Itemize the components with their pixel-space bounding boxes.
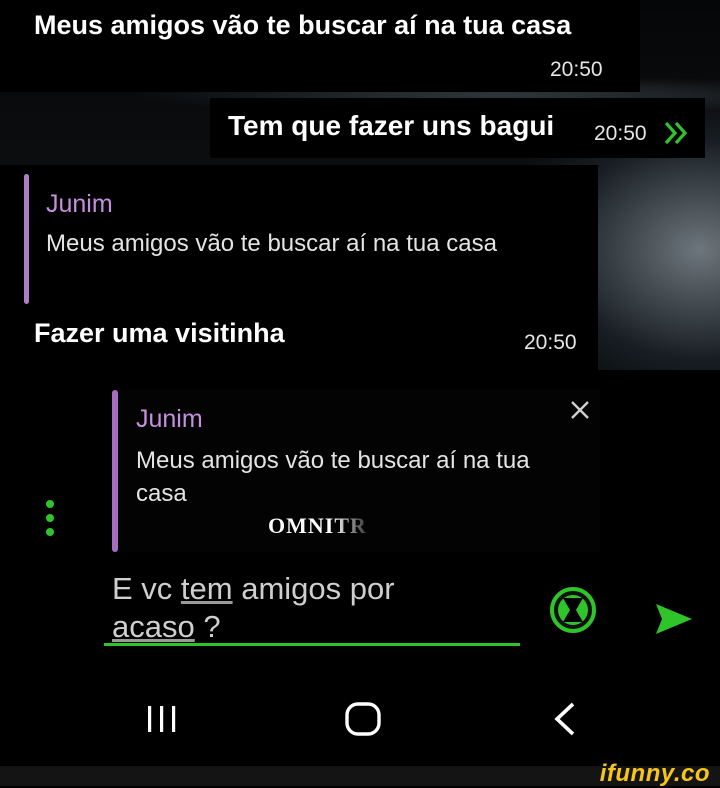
input-text-segment: amigos por — [232, 571, 395, 606]
message-text: Meus amigos vão te buscar aí na tua casa — [34, 10, 572, 40]
send-icon[interactable] — [654, 601, 694, 637]
recents-icon[interactable] — [146, 703, 178, 735]
input-underline — [104, 643, 520, 646]
reply-preview-text: Meus amigos vão te buscar aí na tua casa — [136, 447, 530, 507]
quoted-sender-name: Junim — [46, 190, 113, 218]
close-icon[interactable] — [568, 398, 592, 422]
quote-bar — [112, 390, 118, 552]
more-vertical-icon[interactable] — [44, 499, 56, 537]
message-time: 20:50 — [524, 331, 577, 354]
back-icon[interactable] — [552, 701, 578, 737]
message-input[interactable]: E vc tem amigos por acaso ? — [112, 570, 522, 646]
home-icon[interactable] — [344, 701, 382, 737]
message-text: Fazer uma visitinha — [34, 318, 285, 348]
reply-preview-sender: Junim — [136, 405, 203, 433]
input-text-underlined: tem — [180, 571, 233, 606]
quote-bar — [24, 174, 29, 304]
message-time: 20:50 — [594, 122, 647, 145]
message-time: 20:50 — [550, 58, 603, 81]
input-text-segment: ? — [194, 609, 221, 644]
quoted-message-text: Meus amigos vão te buscar aí na tua casa — [46, 230, 497, 257]
input-text-segment: E vc — [112, 571, 181, 606]
double-chevron-icon — [664, 121, 688, 145]
omnitrix-watermark: OMNITR — [268, 513, 367, 538]
omnitrix-icon[interactable] — [549, 586, 597, 634]
message-text: Tem que fazer uns bagui — [228, 110, 555, 141]
input-text-underlined: acaso — [112, 609, 195, 644]
ifunny-logo: ifunny.co — [599, 760, 710, 787]
